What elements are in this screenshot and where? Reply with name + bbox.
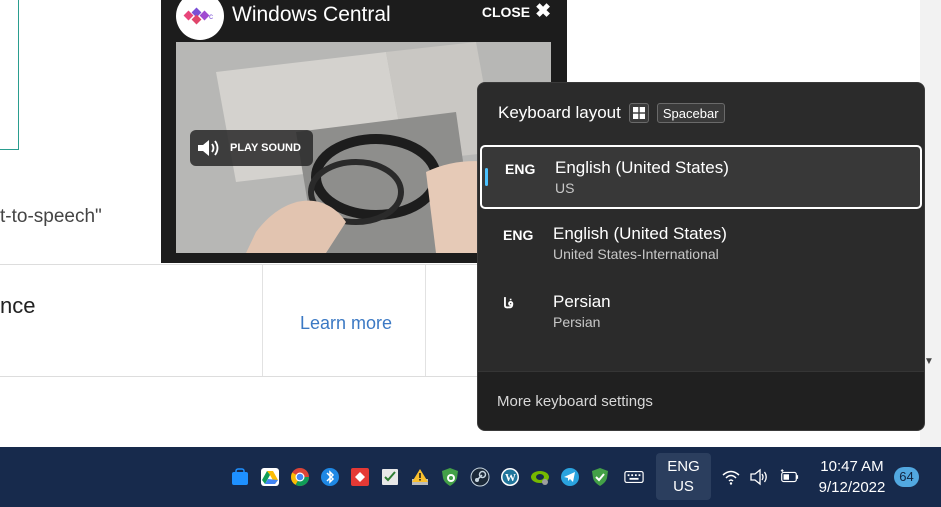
battery-icon[interactable]	[779, 467, 799, 487]
more-keyboard-settings-link[interactable]: More keyboard settings	[497, 393, 653, 410]
play-sound-label: PLAY SOUND	[230, 142, 301, 154]
touch-keyboard-icon[interactable]	[624, 467, 644, 487]
steam-icon[interactable]	[470, 467, 490, 487]
google-drive-icon[interactable]	[260, 467, 280, 487]
svg-text:c: c	[209, 12, 213, 21]
close-label: CLOSE	[481, 4, 531, 20]
layout-name: English (United States)	[553, 224, 727, 243]
layout-name: English (United States)	[555, 158, 729, 177]
layout-item-english-us[interactable]: ENG English (United States) US	[480, 145, 922, 209]
spacebar-key: Spacebar	[656, 103, 725, 123]
taskbar: W ENG US 10:47 AM 9/12/2022 64	[0, 447, 941, 507]
play-sound-button[interactable]: PLAY SOUND	[190, 130, 313, 166]
windows-central-logo: c	[176, 0, 224, 40]
svg-text:W: W	[505, 472, 516, 484]
video-close-button[interactable]: CLOSE ✖	[481, 1, 551, 22]
windows-key-icon	[628, 103, 649, 123]
notification-count-badge[interactable]: 64	[894, 467, 919, 487]
layout-item-persian[interactable]: فا Persian Persian	[480, 281, 922, 345]
layout-variant: Persian	[553, 314, 601, 330]
learn-more-link[interactable]: Learn more	[300, 313, 392, 334]
close-icon: ✖	[535, 1, 551, 22]
language-code: ENG	[667, 458, 700, 475]
speaker-icon	[198, 140, 219, 156]
layout-variant: US	[555, 180, 575, 196]
security-shield-icon[interactable]	[440, 467, 460, 487]
flyout-header: Keyboard layout Spacebar	[498, 103, 725, 123]
input-language-indicator[interactable]: ENG US	[656, 453, 711, 500]
nvidia-icon[interactable]	[530, 467, 550, 487]
bluetooth-icon[interactable]	[320, 467, 340, 487]
anydesk-icon[interactable]	[350, 467, 370, 487]
video-popup-title: Windows Central	[232, 3, 391, 26]
clock-date: 9/12/2022	[818, 479, 886, 496]
tasks-icon[interactable]	[380, 467, 400, 487]
layout-code: ENG	[505, 161, 536, 177]
selection-indicator	[485, 168, 488, 186]
volume-icon[interactable]	[749, 467, 769, 487]
chrome-icon[interactable]	[290, 467, 310, 487]
screen: t-to-speech" nce Learn more ▼ c Windows …	[0, 0, 941, 507]
card-divider	[262, 265, 263, 376]
wifi-icon[interactable]	[721, 467, 741, 487]
layout-code: فا	[503, 295, 514, 311]
card-divider	[425, 265, 426, 376]
keyboard-region: US	[673, 478, 694, 495]
card-title: nce	[0, 293, 36, 318]
clock-time: 10:47 AM	[820, 458, 884, 475]
embedded-frame-edge	[0, 0, 19, 150]
flyout-title: Keyboard layout	[498, 103, 621, 122]
scroll-down-icon[interactable]: ▼	[924, 356, 934, 367]
windows-store-icon[interactable]	[230, 467, 250, 487]
info-card: nce Learn more	[0, 264, 495, 377]
warning-icon[interactable]	[410, 467, 430, 487]
layout-code: ENG	[503, 227, 534, 243]
checkmark-app-icon[interactable]	[590, 467, 610, 487]
keyboard-layout-flyout: Keyboard layout Spacebar ENG English (Un…	[477, 82, 925, 431]
layout-item-english-international[interactable]: ENG English (United States) United State…	[480, 213, 922, 277]
flyout-footer: More keyboard settings	[478, 371, 924, 430]
layout-variant: United States-International	[553, 246, 719, 262]
wordpress-icon[interactable]: W	[500, 467, 520, 487]
layout-name: Persian	[553, 292, 611, 311]
article-snippet: t-to-speech"	[0, 206, 102, 227]
telegram-icon[interactable]	[560, 467, 580, 487]
system-clock[interactable]: 10:47 AM 9/12/2022	[812, 456, 892, 498]
